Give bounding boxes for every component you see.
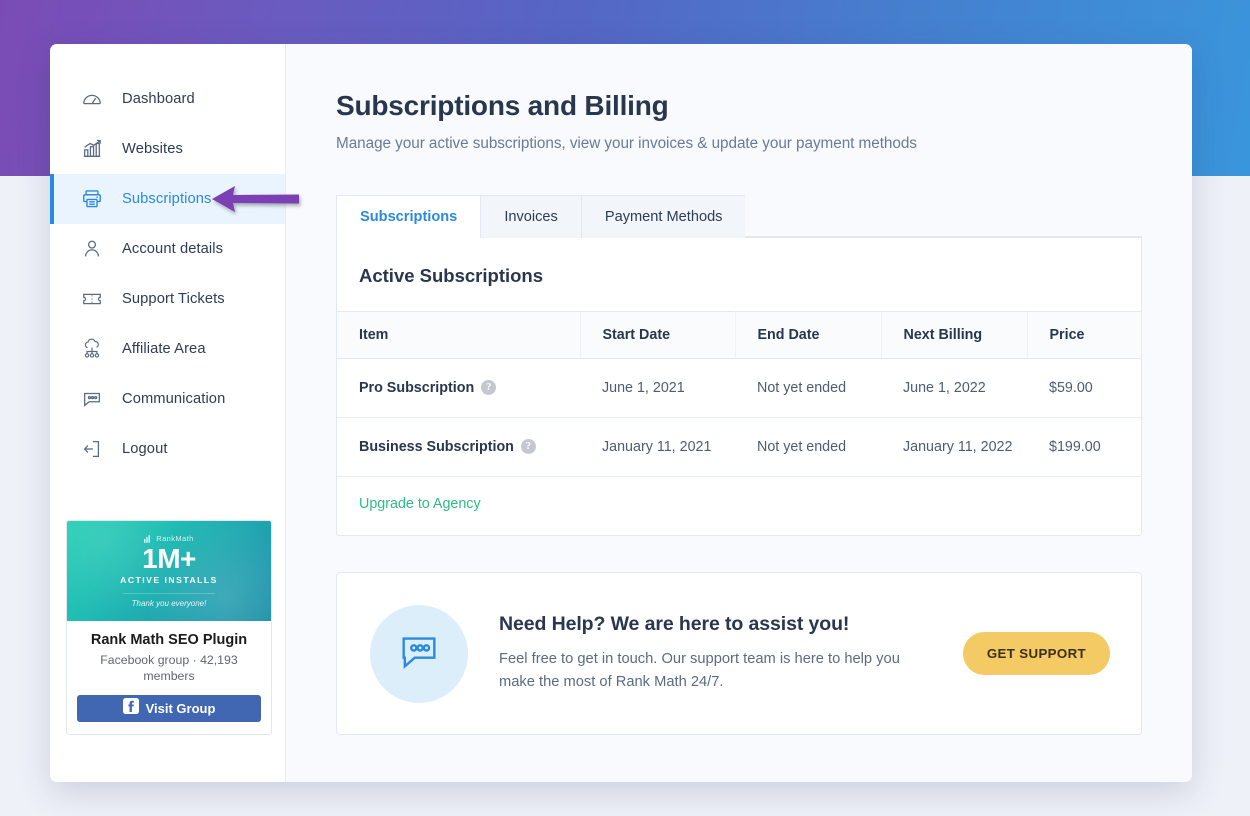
support-title: Need Help? We are here to assist you! xyxy=(499,613,850,636)
logout-icon xyxy=(81,438,107,460)
upgrade-to-agency-link[interactable]: Upgrade to Agency xyxy=(359,496,481,512)
sidebar-item-label: Account details xyxy=(122,241,224,257)
panel-heading: Active Subscriptions xyxy=(359,265,544,286)
speech-bubble-icon xyxy=(396,628,442,679)
tab-payment-methods[interactable]: Payment Methods xyxy=(580,195,746,238)
tab-subscriptions[interactable]: Subscriptions xyxy=(336,195,481,238)
column-header-price: Price xyxy=(1027,311,1141,359)
table-row: Pro Subscription? June 1, 2021 Not yet e… xyxy=(337,358,1141,418)
promo-banner-headline: 1M+ xyxy=(142,543,196,574)
subscriptions-table: Item Start Date End Date Next Billing Pr… xyxy=(337,311,1141,477)
table-header: Item Start Date End Date Next Billing Pr… xyxy=(337,311,1141,359)
column-header-item: Item xyxy=(337,311,581,359)
sidebar-item-label: Communication xyxy=(122,391,226,407)
affiliate-network-icon xyxy=(81,338,107,360)
support-card: Need Help? We are here to assist you! Fe… xyxy=(336,572,1142,735)
cell-item: Business Subscription? xyxy=(337,417,580,477)
help-icon[interactable]: ? xyxy=(481,379,497,395)
promo-banner-logo-text: RankMath xyxy=(156,534,194,543)
cell-next-billing: June 1, 2022 xyxy=(881,358,1027,418)
promo-banner-image: RankMath 1M+ ACTIVE INSTALLS Thank you e… xyxy=(67,521,271,621)
promo-card: RankMath 1M+ ACTIVE INSTALLS Thank you e… xyxy=(66,520,272,735)
page-subtitle: Manage your active subscriptions, view y… xyxy=(336,135,917,152)
sidebar-item-label: Affiliate Area xyxy=(122,341,206,357)
support-description: Feel free to get in touch. Our support t… xyxy=(499,651,900,690)
sidebar-item-subscriptions[interactable]: Subscriptions xyxy=(50,174,299,224)
subscription-name: Business Subscription xyxy=(359,439,514,455)
sidebar-item-label: Subscriptions xyxy=(122,191,212,207)
user-icon xyxy=(81,238,107,260)
visit-group-label: Visit Group xyxy=(145,700,216,716)
promo-meta: Facebook group · 42,193 members xyxy=(100,653,238,684)
sidebar-item-support-tickets[interactable]: Support Tickets xyxy=(50,274,285,324)
table-body: Pro Subscription? June 1, 2021 Not yet e… xyxy=(337,358,1141,477)
column-header-end-date: End Date xyxy=(735,311,882,359)
cell-end-date: Not yet ended xyxy=(735,358,881,418)
sidebar-item-label: Dashboard xyxy=(122,91,195,107)
promo-title: Rank Math SEO Plugin xyxy=(90,632,248,648)
sidebar-item-communication[interactable]: Communication xyxy=(50,374,285,424)
sidebar-item-label: Websites xyxy=(122,141,183,157)
cell-item: Pro Subscription? xyxy=(337,358,580,418)
cell-start-date: January 11, 2021 xyxy=(580,417,735,477)
panel-footer: Upgrade to Agency xyxy=(337,477,1141,535)
support-icon-badge xyxy=(370,604,468,703)
promo-banner-thanks: Thank you everyone! xyxy=(123,593,215,608)
sidebar-item-label: Support Tickets xyxy=(122,291,225,307)
cell-next-billing: January 11, 2022 xyxy=(881,417,1027,477)
speech-bubble-icon xyxy=(81,388,107,410)
main-content: Subscriptions and Billing Manage your ac… xyxy=(286,44,1192,782)
rankmath-logo: RankMath xyxy=(144,534,193,543)
cell-price: $59.00 xyxy=(1027,358,1141,418)
sidebar: Dashboard Websites Subscriptions Account… xyxy=(50,44,299,782)
get-support-button[interactable]: GET SUPPORT xyxy=(962,632,1110,675)
table-row: Business Subscription? January 11, 2021 … xyxy=(337,417,1141,477)
cell-end-date: Not yet ended xyxy=(735,417,881,477)
column-header-next-billing: Next Billing xyxy=(881,311,1028,359)
page-title: Subscriptions and Billing xyxy=(336,90,669,121)
promo-card-body: Rank Math SEO Plugin Facebook group · 42… xyxy=(67,621,271,734)
support-text-block: Need Help? We are here to assist you! Fe… xyxy=(468,613,963,693)
sidebar-nav: Dashboard Websites Subscriptions Account… xyxy=(50,74,299,474)
cell-price: $199.00 xyxy=(1027,417,1141,477)
table-header-row: Item Start Date End Date Next Billing Pr… xyxy=(337,311,1141,359)
visit-group-button[interactable]: Visit Group xyxy=(77,694,261,722)
facebook-icon xyxy=(122,697,139,719)
tabs-bar: Subscriptions Invoices Payment Methods xyxy=(336,194,1142,238)
tab-invoices[interactable]: Invoices xyxy=(480,195,581,238)
sidebar-item-websites[interactable]: Websites xyxy=(50,124,285,174)
subscriptions-panel: Active Subscriptions Item Start Date End… xyxy=(336,238,1142,536)
help-icon[interactable]: ? xyxy=(520,438,536,454)
sidebar-item-logout[interactable]: Logout xyxy=(50,424,285,474)
sidebar-item-dashboard[interactable]: Dashboard xyxy=(50,74,285,124)
bar-chart-icon xyxy=(81,138,107,160)
tabs-filler xyxy=(745,194,1142,237)
cell-start-date: June 1, 2021 xyxy=(580,358,735,418)
subscription-name: Pro Subscription xyxy=(359,380,475,396)
sidebar-item-label: Logout xyxy=(122,441,168,457)
ticket-icon xyxy=(81,288,107,310)
app-window: Dashboard Websites Subscriptions Account… xyxy=(50,44,1192,782)
column-header-start-date: Start Date xyxy=(580,311,736,359)
invoice-printer-icon xyxy=(81,188,107,210)
gauge-icon xyxy=(81,88,107,110)
promo-banner-subhead: ACTIVE INSTALLS xyxy=(120,575,218,585)
sidebar-item-affiliate-area[interactable]: Affiliate Area xyxy=(50,324,285,374)
sidebar-item-account-details[interactable]: Account details xyxy=(50,224,285,274)
